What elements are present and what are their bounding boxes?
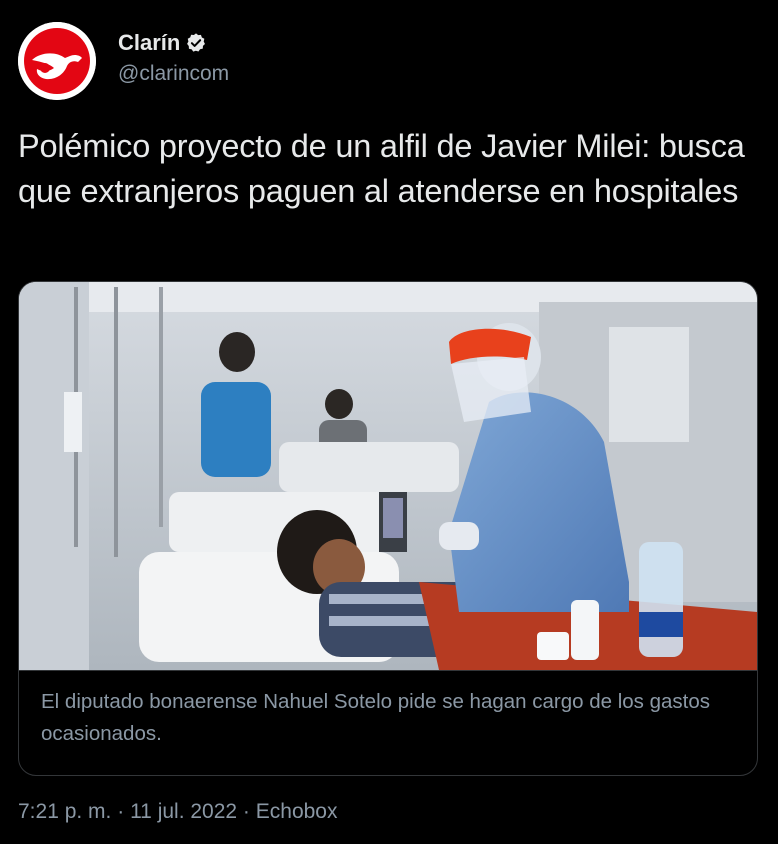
link-card[interactable]: El diputado bonaerense Nahuel Sotelo pid…	[18, 281, 758, 776]
avatar[interactable]	[18, 22, 96, 100]
verified-badge-icon	[187, 33, 206, 52]
card-caption: El diputado bonaerense Nahuel Sotelo pid…	[41, 690, 711, 745]
tweet-meta: 7:21 p. m. · 11 jul. 2022 · Echobox	[18, 800, 338, 824]
tweet-text: Polémico proyecto de un alfil de Javier …	[18, 128, 745, 209]
hospital-photo[interactable]	[19, 282, 757, 670]
tweet-header: Clarín @clarincom	[18, 20, 758, 102]
clarin-logo-icon	[18, 22, 96, 100]
tweet-date[interactable]: 11 jul. 2022	[130, 800, 237, 824]
account-handle[interactable]: @clarincom	[118, 62, 229, 86]
card-divider	[19, 670, 757, 671]
account-names: Clarín @clarincom	[118, 29, 229, 86]
display-name[interactable]: Clarín	[118, 30, 180, 56]
tweet-time[interactable]: 7:21 p. m.	[18, 800, 111, 824]
meta-separator: ·	[111, 800, 131, 823]
meta-separator: ·	[237, 800, 256, 823]
tweet-source[interactable]: Echobox	[256, 800, 338, 824]
